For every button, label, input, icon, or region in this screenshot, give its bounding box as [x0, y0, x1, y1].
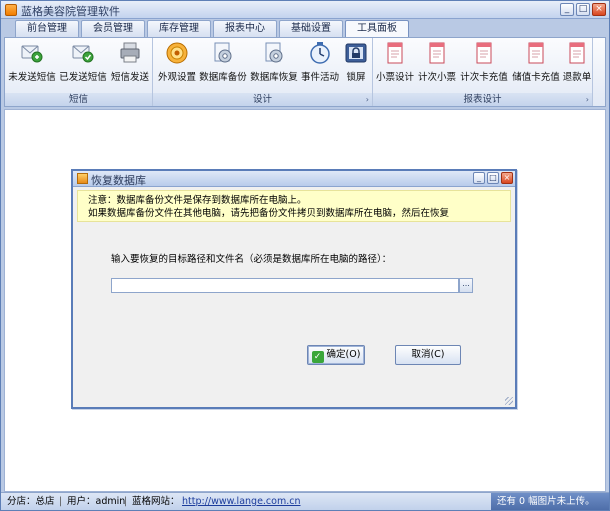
- group-sms: 未发送短信 已发送短信 短信发送 短信: [5, 38, 153, 106]
- ribbon-label: 已发送短信: [59, 72, 107, 83]
- sms-send-icon: [120, 42, 140, 63]
- path-prompt: 输入要恢复的目标路径和文件名（必须是数据库所在电脑的路径）：: [111, 254, 392, 265]
- ribbon-label: 小票设计: [375, 72, 414, 83]
- confirm-label: 确定(O): [326, 349, 361, 360]
- group-label-design: 设计: [153, 93, 372, 106]
- status-user: 用户：admin: [67, 496, 126, 507]
- group-report-design: 小票设计 计次小票 计次卡充值 储值卡充值 退款单 报表设计 ›: [373, 38, 593, 106]
- close-button[interactable]: ×: [592, 3, 606, 16]
- group-launcher-design[interactable]: ›: [366, 95, 369, 104]
- unsent-sms-button[interactable]: 未发送短信: [8, 41, 56, 91]
- status-separator: |: [124, 496, 128, 507]
- group-design: 外观设置 数据库备份 数据库恢复 事件活动 锁屏 设计 ›: [153, 38, 373, 106]
- receipt-icon: [387, 42, 403, 64]
- check-icon: ✓: [311, 351, 324, 363]
- group-label-report-design: 报表设计: [373, 93, 592, 106]
- ribbon-label: 计次小票: [417, 72, 456, 83]
- tab-basic-settings[interactable]: 基础设置: [279, 20, 343, 37]
- ribbon-label: 退款单: [562, 72, 592, 83]
- tab-tools[interactable]: 工具面板: [345, 20, 409, 38]
- ribbon: 未发送短信 已发送短信 短信发送 短信 外观设置 数据库备份 数据库恢复 事件活…: [4, 37, 606, 107]
- confirm-button[interactable]: ✓ 确定(O): [307, 345, 365, 365]
- maximize-button[interactable]: □: [576, 3, 590, 16]
- minimize-button[interactable]: _: [560, 3, 574, 16]
- restore-database-dialog: 恢复数据库 _ □ × 注意：数据库备份文件是保存到数据库所在电脑上。 如果数据…: [71, 169, 517, 409]
- receipt-icon: [528, 42, 544, 64]
- title-bar: 蓝格美容院管理软件 _ □ ×: [1, 1, 609, 19]
- ribbon-tabs: 前台管理 会员管理 库存管理 报表中心 基础设置 工具面板: [15, 20, 409, 38]
- sms-sent-icon: [72, 45, 94, 63]
- sms-pending-icon: [21, 45, 43, 63]
- restore-path-input[interactable]: [111, 278, 459, 293]
- ribbon-label: 数据库备份: [199, 72, 247, 83]
- upload-status: 还有 0 幅图片未上传。: [491, 493, 609, 510]
- receipt-icon: [429, 42, 445, 64]
- ribbon-label: 计次卡充值: [460, 72, 508, 83]
- dialog-title-bar: 恢复数据库 _ □ ×: [73, 171, 515, 187]
- status-separator: |: [59, 496, 63, 507]
- notice-line-1: 注意：数据库备份文件是保存到数据库所在电脑上。: [88, 195, 307, 206]
- stored-card-topup-button[interactable]: 储值卡充值: [511, 41, 561, 91]
- db-restore-icon: [265, 42, 283, 63]
- ribbon-label: 未发送短信: [8, 72, 56, 83]
- db-backup-button[interactable]: 数据库备份: [198, 41, 248, 91]
- lock-screen-button[interactable]: 锁屏: [342, 41, 370, 91]
- dialog-maximize-button[interactable]: □: [487, 172, 499, 184]
- event-clock-icon: [310, 42, 330, 64]
- dialog-close-button[interactable]: ×: [501, 172, 513, 184]
- tab-inventory[interactable]: 库存管理: [147, 20, 211, 37]
- db-backup-icon: [214, 42, 232, 63]
- dialog-title: 恢复数据库: [91, 174, 146, 187]
- count-receipt-button[interactable]: 计次小票: [417, 41, 457, 91]
- resize-grip[interactable]: [505, 397, 513, 405]
- appearance-button[interactable]: 外观设置: [156, 41, 198, 91]
- status-bar: 分店：总店 | 用户：admin | 蓝格网站： http://www.lang…: [1, 492, 609, 510]
- window-title: 蓝格美容院管理软件: [21, 5, 120, 18]
- status-store: 分店：总店: [7, 496, 55, 507]
- app-window: 蓝格美容院管理软件 _ □ × 前台管理 会员管理 库存管理 报表中心 基础设置…: [0, 0, 610, 511]
- receipt-icon: [476, 42, 492, 64]
- send-sms-button[interactable]: 短信发送: [109, 41, 151, 91]
- dialog-app-icon: [77, 173, 88, 184]
- notice-line-2: 如果数据库备份文件在其他电脑，请先把备份文件拷贝到数据库所在电脑，然后在恢复: [88, 208, 450, 219]
- browse-button[interactable]: ...: [459, 278, 473, 293]
- ribbon-label: 储值卡充值: [512, 72, 560, 83]
- receipt-design-button[interactable]: 小票设计: [375, 41, 415, 91]
- group-launcher-report-design[interactable]: ›: [586, 95, 589, 104]
- receipt-icon: [569, 42, 585, 64]
- ribbon-label: 数据库恢复: [250, 72, 298, 83]
- ribbon-label: 外观设置: [157, 72, 196, 83]
- tab-reports[interactable]: 报表中心: [213, 20, 277, 37]
- ribbon-label: 短信发送: [110, 72, 149, 83]
- sent-sms-button[interactable]: 已发送短信: [59, 41, 107, 91]
- db-restore-button[interactable]: 数据库恢复: [249, 41, 299, 91]
- ribbon-label: 锁屏: [346, 72, 366, 83]
- website-link[interactable]: http://www.lange.com.cn: [182, 493, 301, 510]
- count-card-topup-button[interactable]: 计次卡充值: [459, 41, 509, 91]
- lock-icon: [345, 43, 367, 63]
- appearance-icon: [166, 42, 188, 64]
- dialog-minimize-button[interactable]: _: [473, 172, 485, 184]
- event-activity-button[interactable]: 事件活动: [300, 41, 340, 91]
- cancel-button[interactable]: 取消(C): [395, 345, 461, 365]
- notice-box: 注意：数据库备份文件是保存到数据库所在电脑上。 如果数据库备份文件在其他电脑，请…: [77, 190, 511, 222]
- status-site-label: 蓝格网站：: [132, 496, 180, 507]
- ribbon-label: 事件活动: [300, 72, 339, 83]
- tab-front-desk[interactable]: 前台管理: [15, 20, 79, 37]
- app-icon: [5, 4, 17, 16]
- group-label-sms: 短信: [5, 93, 152, 106]
- tab-members[interactable]: 会员管理: [81, 20, 145, 37]
- refund-slip-button[interactable]: 退款单: [561, 41, 593, 91]
